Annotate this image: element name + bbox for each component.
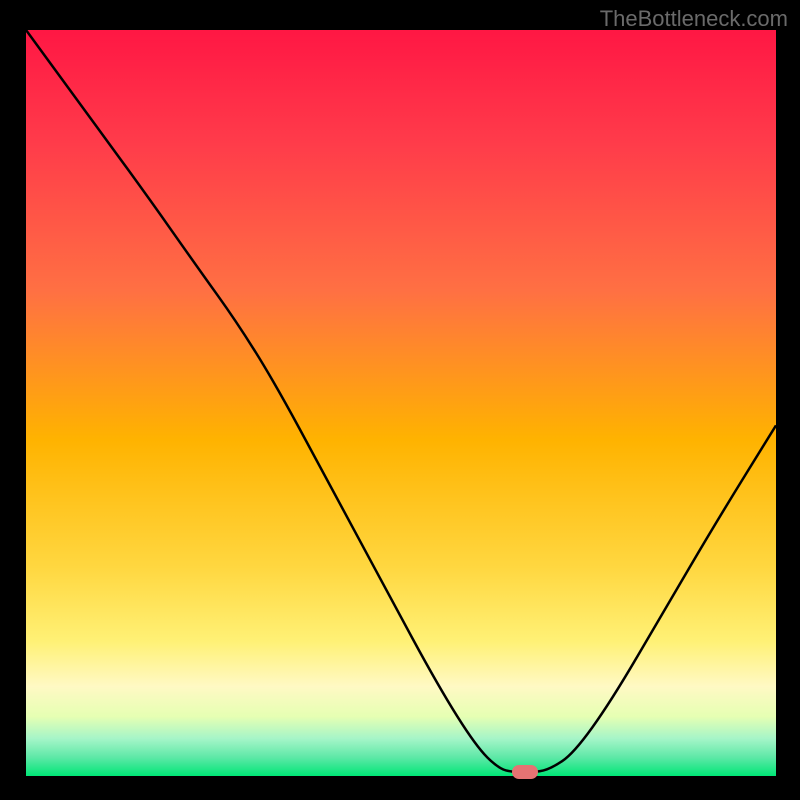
bottleneck-curve [26, 30, 776, 772]
optimal-marker [512, 765, 538, 779]
watermark-text: TheBottleneck.com [600, 6, 788, 32]
curve-layer [26, 30, 776, 776]
chart-area [26, 30, 776, 776]
